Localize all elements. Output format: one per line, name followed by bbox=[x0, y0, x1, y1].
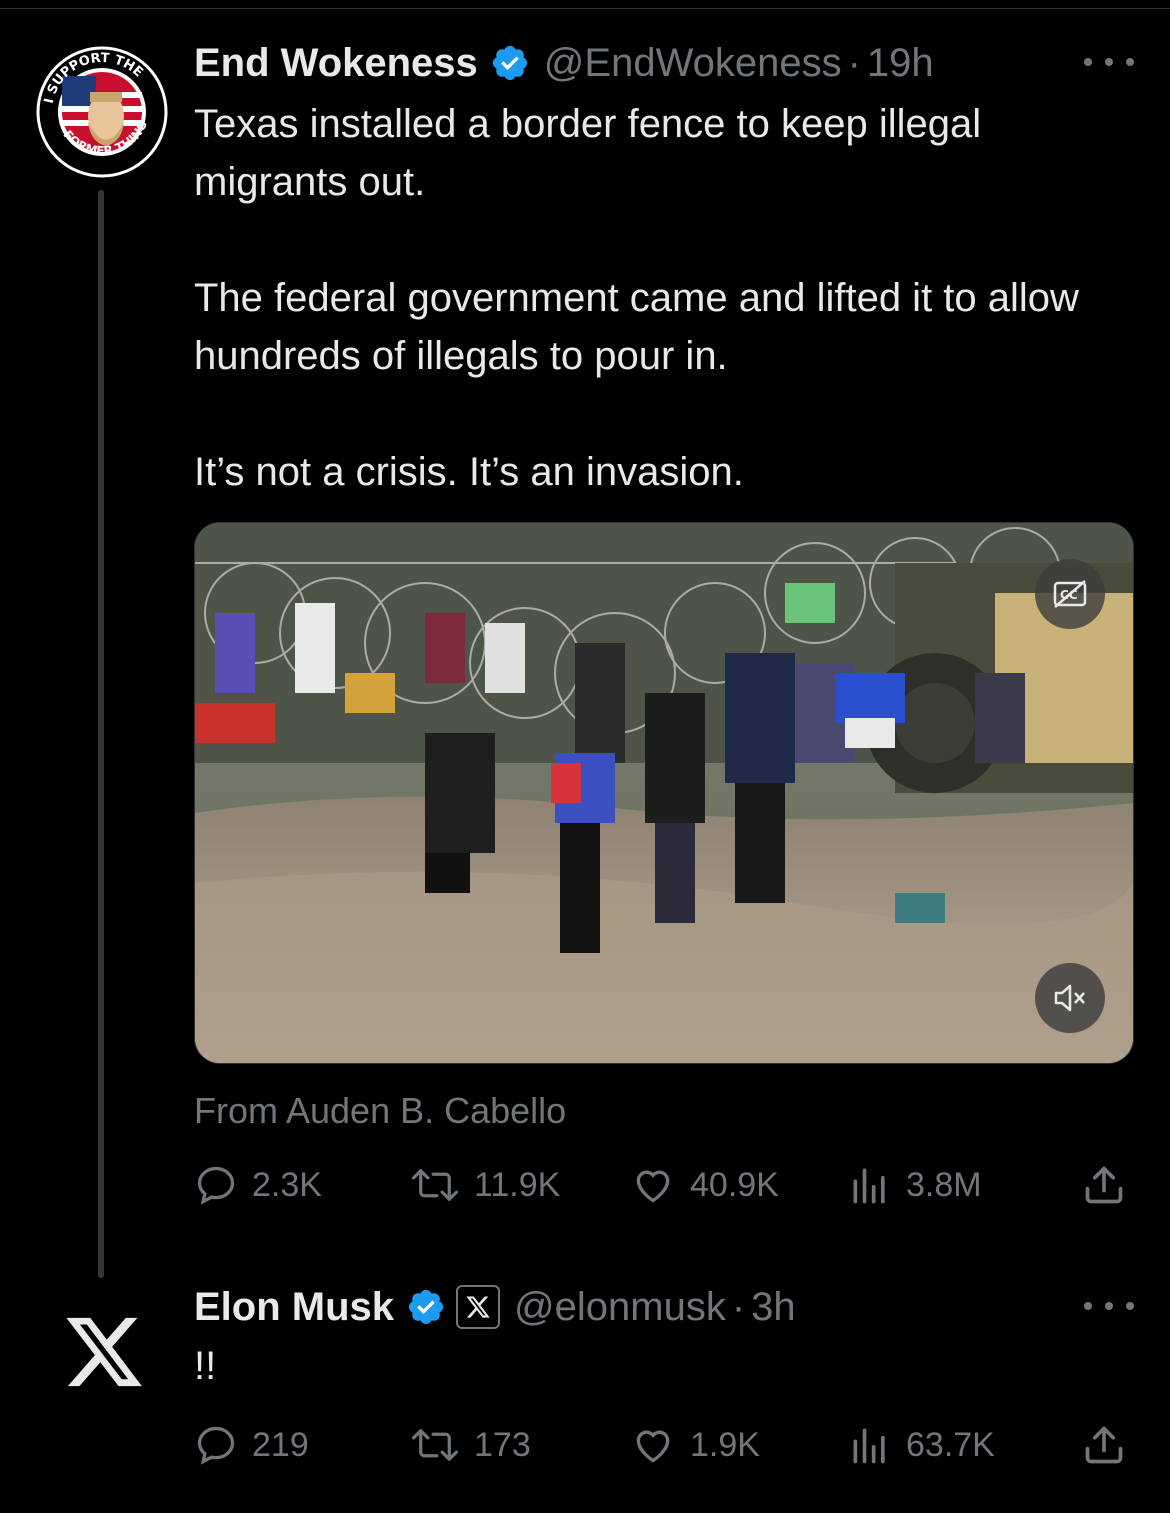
reply-count: 219 bbox=[252, 1425, 309, 1464]
tweet1-paragraph: It’s not a crisis. It’s an invasion. bbox=[194, 450, 744, 494]
like-count: 1.9K bbox=[690, 1425, 760, 1464]
tweet1-video[interactable]: CC bbox=[194, 522, 1134, 1064]
tweet1-header: End Wokeness @EndWokeness · 19h bbox=[194, 38, 934, 88]
views-count: 63.7K bbox=[906, 1425, 995, 1464]
tweet1-action-bar: 2.3K 11.9K 40.9K 3.8M bbox=[194, 1160, 1134, 1210]
repost-button[interactable]: 11.9K bbox=[410, 1160, 560, 1210]
tweet1-paragraph: The federal government came and lifted i… bbox=[194, 276, 1079, 378]
elon-musk-avatar[interactable] bbox=[62, 1310, 146, 1394]
verified-badge-icon bbox=[492, 45, 527, 81]
share-button[interactable] bbox=[1082, 1160, 1140, 1210]
repost-count: 11.9K bbox=[474, 1165, 561, 1204]
reply-count: 2.3K bbox=[252, 1165, 322, 1204]
x-logo-icon bbox=[66, 1317, 142, 1387]
views-chart-icon bbox=[853, 1428, 885, 1464]
media-attribution[interactable]: From Auden B. Cabello bbox=[194, 1090, 566, 1132]
share-button[interactable] bbox=[1082, 1420, 1140, 1470]
views-button[interactable]: 3.8M bbox=[848, 1160, 982, 1210]
affiliate-x-badge[interactable] bbox=[456, 1285, 501, 1329]
repost-icon bbox=[411, 1429, 459, 1461]
reply-button[interactable]: 2.3K bbox=[194, 1160, 322, 1210]
reply-button[interactable]: 219 bbox=[194, 1420, 309, 1470]
tweet1-text: Texas installed a border fence to keep i… bbox=[194, 95, 1124, 501]
tweet1-paragraph: Texas installed a border fence to keep i… bbox=[194, 102, 982, 204]
mute-icon bbox=[1054, 984, 1085, 1012]
tweet2-text: !! bbox=[194, 1344, 217, 1388]
reply-icon bbox=[197, 1166, 235, 1205]
share-icon bbox=[1085, 1426, 1123, 1464]
tweet2-separator: · bbox=[731, 1284, 746, 1329]
views-count: 3.8M bbox=[906, 1165, 982, 1204]
tweet1-handle[interactable]: @EndWokeness bbox=[544, 41, 842, 86]
repost-button[interactable]: 173 bbox=[410, 1420, 531, 1470]
views-button[interactable]: 63.7K bbox=[848, 1420, 995, 1470]
tweet1-separator: · bbox=[847, 40, 861, 85]
thread-connector-line bbox=[98, 190, 104, 1278]
repost-icon bbox=[411, 1169, 459, 1201]
tweet2-more-options-icon[interactable] bbox=[1084, 1296, 1134, 1316]
like-button[interactable]: 40.9K bbox=[630, 1160, 779, 1210]
cc-icon: CC bbox=[1053, 580, 1087, 608]
tweet1-author-name[interactable]: End Wokeness bbox=[194, 41, 478, 86]
like-button[interactable]: 1.9K bbox=[630, 1420, 760, 1470]
avatar-logo-icon: I SUPPORT THE FORMER THINGS bbox=[36, 46, 168, 178]
verified-badge-icon bbox=[408, 1289, 444, 1325]
cc-button[interactable]: CC bbox=[1035, 559, 1105, 629]
share-icon bbox=[1085, 1166, 1123, 1204]
tweet2-timestamp[interactable]: 3h bbox=[751, 1285, 796, 1330]
heart-icon bbox=[636, 1430, 670, 1463]
heart-icon bbox=[636, 1170, 670, 1203]
top-divider bbox=[0, 0, 1170, 9]
views-chart-icon bbox=[853, 1168, 885, 1204]
tweet1-more-options-icon[interactable] bbox=[1084, 52, 1134, 72]
tweet2-author-name[interactable]: Elon Musk bbox=[194, 1285, 394, 1330]
like-count: 40.9K bbox=[690, 1165, 779, 1204]
tweet2-header: Elon Musk @elonmusk · 3h bbox=[194, 1282, 796, 1332]
repost-count: 173 bbox=[474, 1425, 531, 1464]
tweet1-timestamp[interactable]: 19h bbox=[867, 41, 934, 86]
x-affiliate-icon bbox=[466, 1296, 490, 1318]
video-frame bbox=[195, 523, 1133, 1063]
tweet2-handle[interactable]: @elonmusk bbox=[514, 1285, 726, 1330]
tweet2-action-bar: 219 173 1.9K 63.7K bbox=[194, 1420, 1134, 1470]
reply-icon bbox=[197, 1426, 235, 1465]
end-wokeness-avatar[interactable]: I SUPPORT THE FORMER THINGS bbox=[36, 46, 168, 178]
mute-button[interactable] bbox=[1035, 963, 1105, 1033]
